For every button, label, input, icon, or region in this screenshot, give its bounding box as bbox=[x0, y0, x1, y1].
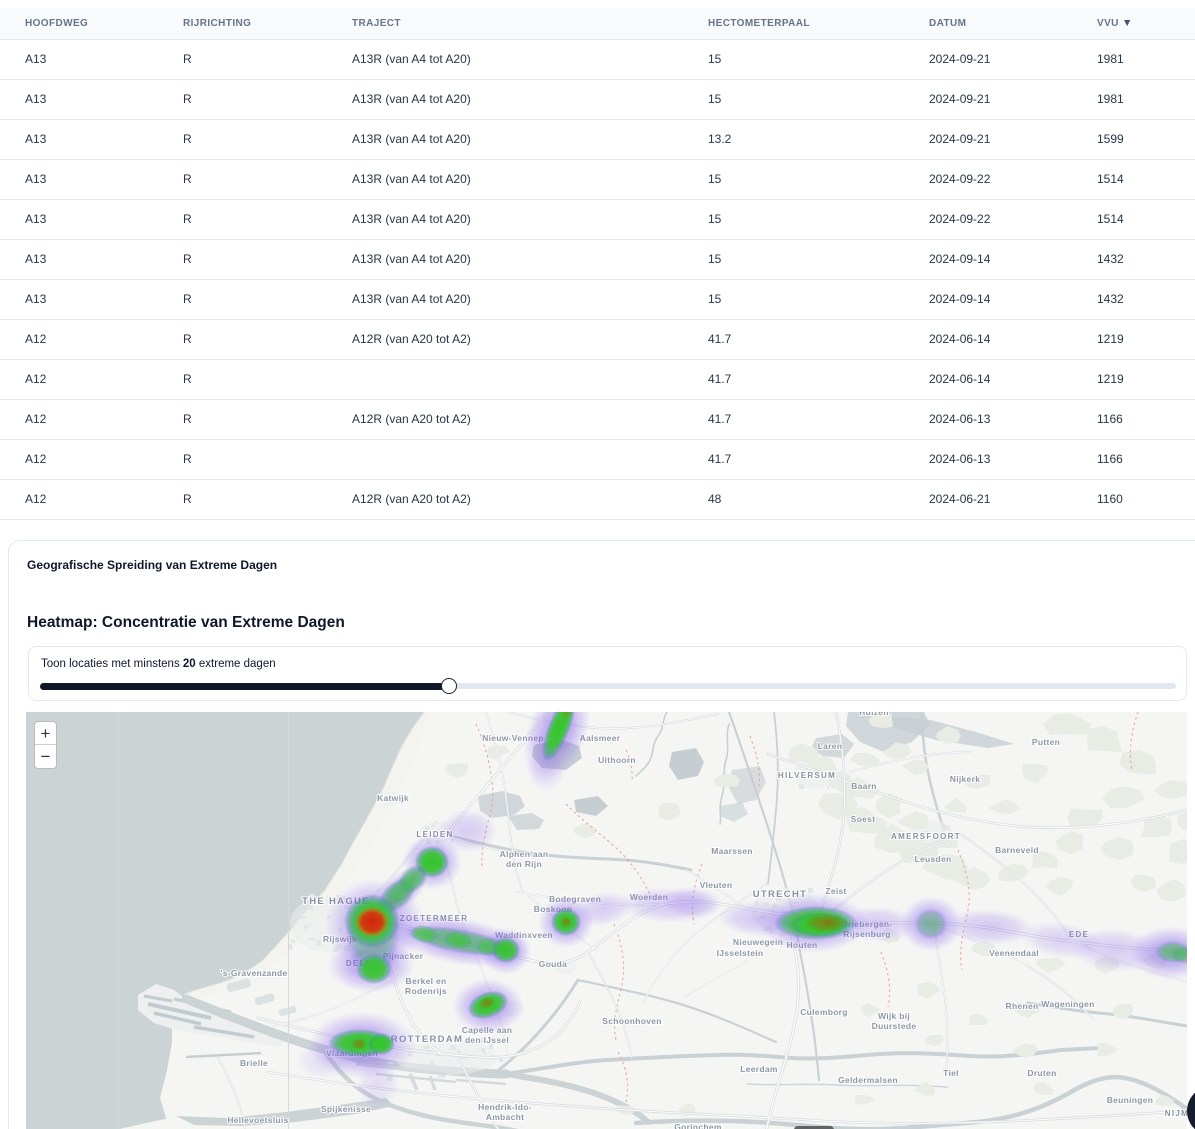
svg-text:NIJMEG: NIJMEG bbox=[1165, 1109, 1187, 1118]
svg-text:Gouda: Gouda bbox=[539, 959, 567, 969]
svg-text:Brielle: Brielle bbox=[240, 1058, 268, 1068]
svg-text:Alphen aan: Alphen aan bbox=[500, 849, 549, 859]
svg-text:Soest: Soest bbox=[851, 814, 876, 824]
svg-text:Hendrik-Ido-: Hendrik-Ido- bbox=[478, 1102, 532, 1112]
svg-text:den Rijn: den Rijn bbox=[506, 859, 542, 869]
svg-text:Ambacht: Ambacht bbox=[486, 1112, 524, 1122]
svg-text:Barneveld: Barneveld bbox=[995, 845, 1039, 855]
svg-text:Katwijk: Katwijk bbox=[377, 793, 409, 803]
svg-text:Putten: Putten bbox=[1032, 737, 1060, 747]
svg-text:den IJssel: den IJssel bbox=[465, 1035, 509, 1045]
svg-text:Leerdam: Leerdam bbox=[740, 1064, 778, 1074]
svg-text:Geldermalsen: Geldermalsen bbox=[838, 1075, 898, 1085]
svg-text:Wijk bij: Wijk bij bbox=[878, 1011, 910, 1021]
svg-text:IJsselstein: IJsselstein bbox=[717, 948, 764, 958]
svg-text:Nijkerk: Nijkerk bbox=[950, 774, 980, 784]
svg-text:Gorinchem: Gorinchem bbox=[674, 1122, 722, 1129]
svg-text:Laren: Laren bbox=[818, 741, 843, 751]
svg-text:Duurstede: Duurstede bbox=[872, 1021, 917, 1031]
svg-text:Spijkenisse: Spijkenisse bbox=[321, 1104, 371, 1114]
svg-text:Maarssen: Maarssen bbox=[711, 846, 753, 856]
svg-text:Huizen: Huizen bbox=[859, 712, 889, 717]
svg-text:Druten: Druten bbox=[1027, 1068, 1056, 1078]
svg-text:Tiel: Tiel bbox=[943, 1068, 959, 1078]
svg-text:Leusden: Leusden bbox=[914, 854, 951, 864]
svg-text:Rodenrijs: Rodenrijs bbox=[405, 986, 447, 996]
svg-text:HILVERSUM: HILVERSUM bbox=[778, 771, 836, 780]
svg-text:Berkel en: Berkel en bbox=[406, 976, 447, 986]
svg-text:Hellevoetsluis: Hellevoetsluis bbox=[227, 1115, 288, 1125]
svg-text:'s-Gravenzande: 's-Gravenzande bbox=[220, 968, 287, 978]
svg-text:AMERSFOORT: AMERSFOORT bbox=[891, 832, 961, 841]
svg-text:Beuningen: Beuningen bbox=[1107, 1095, 1154, 1105]
svg-text:Baarn: Baarn bbox=[851, 781, 877, 791]
svg-text:Uithoorn: Uithoorn bbox=[598, 755, 636, 765]
svg-text:Veenendaal: Veenendaal bbox=[989, 948, 1039, 958]
svg-text:Schoonhoven: Schoonhoven bbox=[602, 1016, 662, 1026]
svg-text:Rhenen: Rhenen bbox=[1006, 1001, 1039, 1011]
svg-text:Wageningen: Wageningen bbox=[1041, 999, 1094, 1009]
svg-text:Culemborg: Culemborg bbox=[800, 1007, 848, 1017]
